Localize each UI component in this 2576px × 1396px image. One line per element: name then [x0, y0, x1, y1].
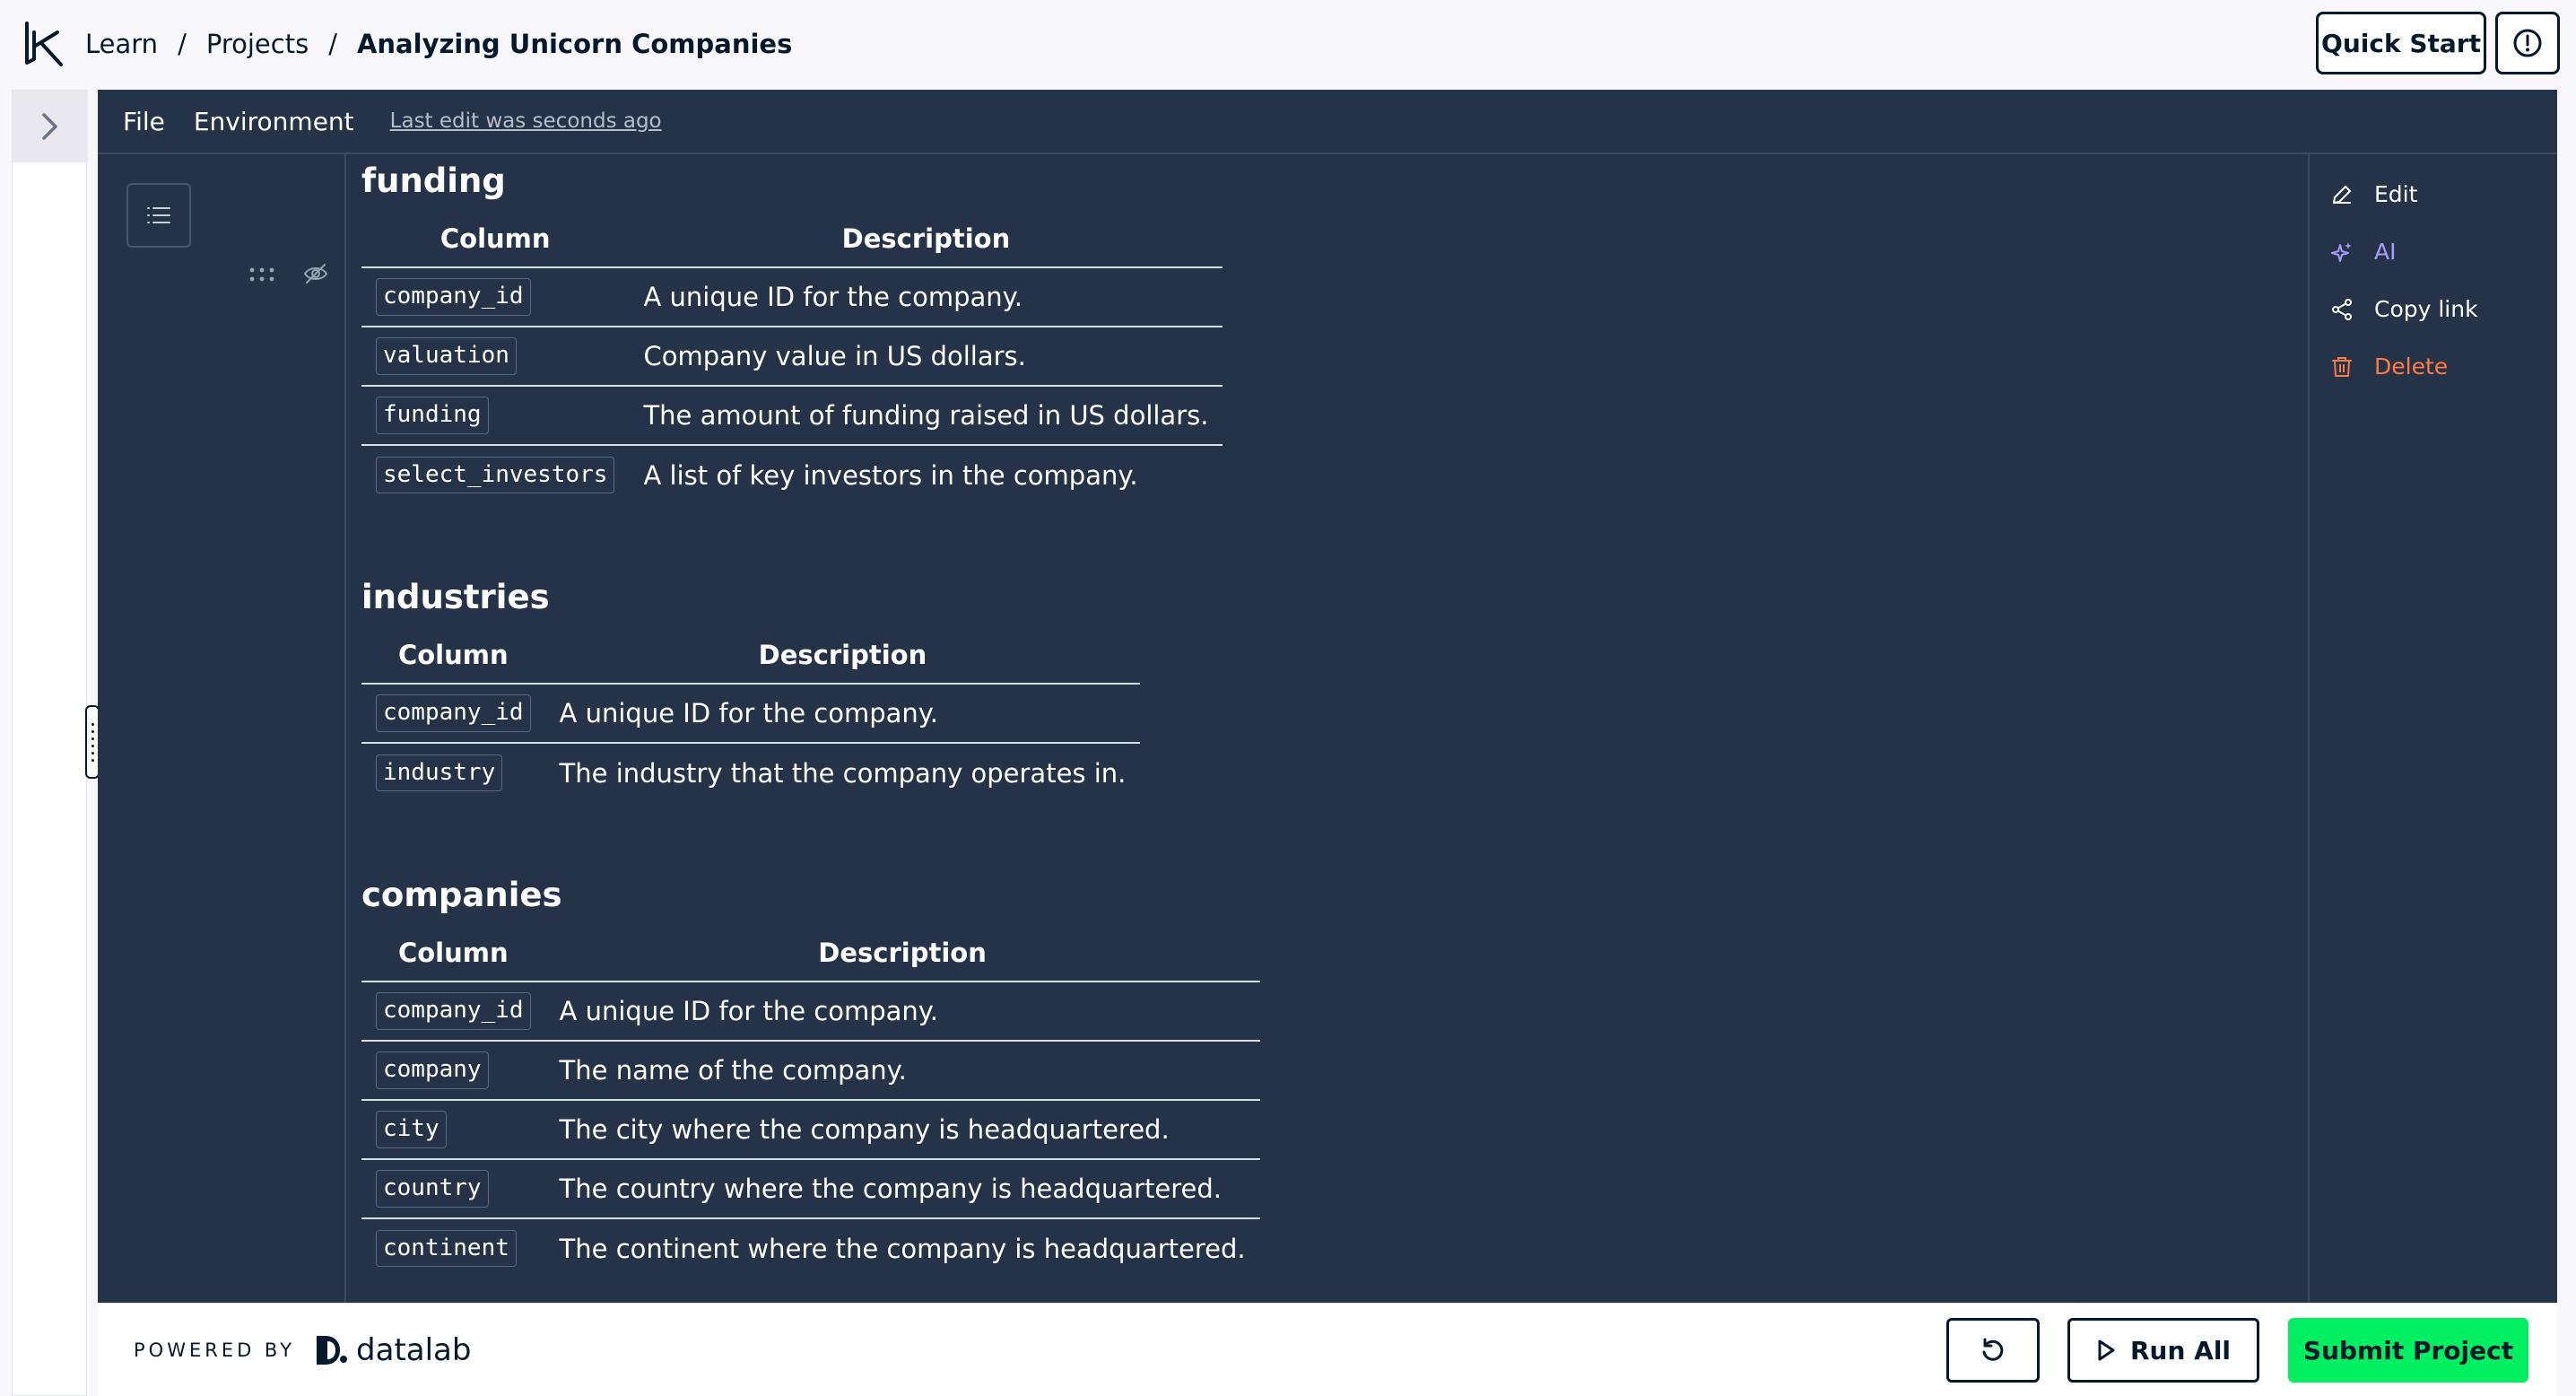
table-of-contents-button[interactable]: [126, 183, 191, 248]
section-title: industries: [361, 578, 550, 616]
column-name: select_investors: [376, 456, 615, 494]
copy-link-button[interactable]: Copy link: [2329, 296, 2478, 322]
column-name: funding: [376, 397, 489, 434]
edit-label: Edit: [2374, 181, 2418, 207]
top-bar: Learn / Projects / Analyzing Unicorn Com…: [0, 0, 2576, 88]
column-name: company_id: [376, 278, 531, 316]
column-description: The name of the company.: [544, 1041, 1260, 1101]
reset-button[interactable]: [1946, 1318, 2040, 1383]
chevron-right-icon: [42, 113, 57, 140]
table-row: city The city where the company is headq…: [361, 1100, 1260, 1160]
menu-bar: File Environment Last edit was seconds a…: [98, 90, 2557, 154]
column-name: company_id: [376, 992, 531, 1030]
run-all-label: Run All: [2129, 1335, 2232, 1365]
table-row: valuation Company value in US dollars.: [361, 327, 1223, 387]
powered-by: POWERED BY datalab: [134, 1304, 471, 1396]
column-name: valuation: [376, 337, 517, 375]
column-description: A unique ID for the company.: [544, 684, 1141, 744]
info-button[interactable]: [2495, 12, 2560, 74]
table-row: company_id A unique ID for the company.: [361, 267, 1223, 327]
copy-link-label: Copy link: [2374, 296, 2478, 322]
column-name: city: [376, 1111, 447, 1148]
column-description: The industry that the company operates i…: [559, 757, 1127, 789]
column-header: Description: [544, 924, 1260, 982]
cell-actions-panel: Edit AI Copy link Delete: [2308, 154, 2557, 1303]
companies-table: Column Description company_id A unique I…: [361, 924, 1260, 1278]
notebook-workspace: File Environment Last edit was seconds a…: [98, 90, 2557, 1303]
file-menu[interactable]: File: [123, 107, 165, 136]
cell-gutter: [98, 154, 346, 1303]
column-name: continent: [376, 1229, 517, 1268]
expand-sidebar-button[interactable]: [13, 91, 88, 162]
table-row: company_id A unique ID for the company.: [361, 684, 1141, 744]
funding-table: Column Description company_id A unique I…: [361, 210, 1223, 504]
play-icon: [2098, 1339, 2115, 1361]
column-description: The country where the company is headqua…: [544, 1159, 1260, 1219]
column-header: Column: [361, 924, 545, 982]
delete-button[interactable]: Delete: [2329, 353, 2448, 380]
section-title: funding: [361, 161, 506, 200]
quick-start-button[interactable]: Quick Start: [2316, 12, 2486, 74]
table-header-row: Column Description: [361, 210, 1223, 268]
table-header-row: Column Description: [361, 626, 1141, 685]
column-description: A unique ID for the company.: [629, 267, 1223, 327]
industries-table: Column Description company_id A unique I…: [361, 626, 1141, 802]
edit-button[interactable]: Edit: [2329, 181, 2417, 207]
left-sidebar: [12, 90, 88, 1396]
column-header: Description: [629, 210, 1223, 268]
table-row: industry The industry that the company o…: [361, 743, 1140, 802]
breadcrumb-separator: /: [178, 29, 187, 59]
eye-off-icon[interactable]: [302, 260, 329, 287]
trash-icon: [2332, 356, 2352, 377]
table-row: select_investors A list of key investors…: [361, 445, 1223, 504]
ai-label: AI: [2374, 239, 2397, 265]
breadcrumb-learn[interactable]: Learn: [85, 29, 158, 59]
column-description: The amount of funding raised in US dolla…: [629, 386, 1223, 446]
column-name: country: [376, 1170, 489, 1208]
column-description: The city where the company is headquarte…: [544, 1100, 1260, 1160]
markdown-cell[interactable]: funding Column Description company_id A …: [361, 154, 2308, 1303]
info-circle-icon: [2513, 29, 2542, 57]
breadcrumb-projects[interactable]: Projects: [206, 29, 309, 59]
drag-handle-icon[interactable]: [248, 266, 275, 284]
table-row: continent The continent where the compan…: [361, 1218, 1260, 1278]
pencil-icon: [2333, 185, 2351, 204]
table-row: funding The amount of funding raised in …: [361, 386, 1223, 446]
datacamp-logo-icon[interactable]: [22, 20, 65, 70]
column-name: company_id: [376, 694, 531, 732]
breadcrumb-current: Analyzing Unicorn Companies: [356, 29, 793, 59]
run-all-button[interactable]: Run All: [2067, 1318, 2259, 1383]
table-row: company_id A unique ID for the company.: [361, 982, 1260, 1042]
column-header: Column: [361, 626, 545, 685]
sparkle-icon: [2331, 241, 2352, 262]
table-header-row: Column Description: [361, 924, 1260, 982]
environment-menu[interactable]: Environment: [194, 107, 354, 136]
column-header: Description: [544, 626, 1141, 685]
column-name: industry: [376, 754, 503, 792]
breadcrumb-separator: /: [328, 29, 337, 59]
datalab-logo-icon: [317, 1336, 348, 1365]
ai-button[interactable]: AI: [2329, 239, 2396, 265]
last-edit-link[interactable]: Last edit was seconds ago: [390, 109, 662, 133]
table-row: country The country where the company is…: [361, 1159, 1260, 1219]
column-header: Column: [361, 210, 630, 268]
undo-icon: [1982, 1338, 2004, 1361]
column-description: A unique ID for the company.: [544, 982, 1260, 1042]
footer-bar: POWERED BY datalab Run All Submit Projec…: [98, 1303, 2557, 1396]
delete-label: Delete: [2374, 353, 2449, 380]
column-description: A list of key investors in the company.: [643, 459, 1138, 491]
section-title: companies: [361, 876, 562, 914]
column-description: The continent where the company is headq…: [559, 1233, 1246, 1264]
column-description: Company value in US dollars.: [629, 327, 1223, 387]
table-row: company The name of the company.: [361, 1041, 1260, 1101]
powered-by-label: POWERED BY: [134, 1339, 296, 1361]
list-icon: [147, 207, 170, 223]
submit-project-button[interactable]: Submit Project: [2288, 1318, 2528, 1383]
breadcrumb: Learn / Projects / Analyzing Unicorn Com…: [85, 0, 792, 88]
column-name: company: [376, 1051, 489, 1089]
share-icon: [2332, 298, 2352, 320]
datalab-brand: datalab: [356, 1332, 472, 1368]
